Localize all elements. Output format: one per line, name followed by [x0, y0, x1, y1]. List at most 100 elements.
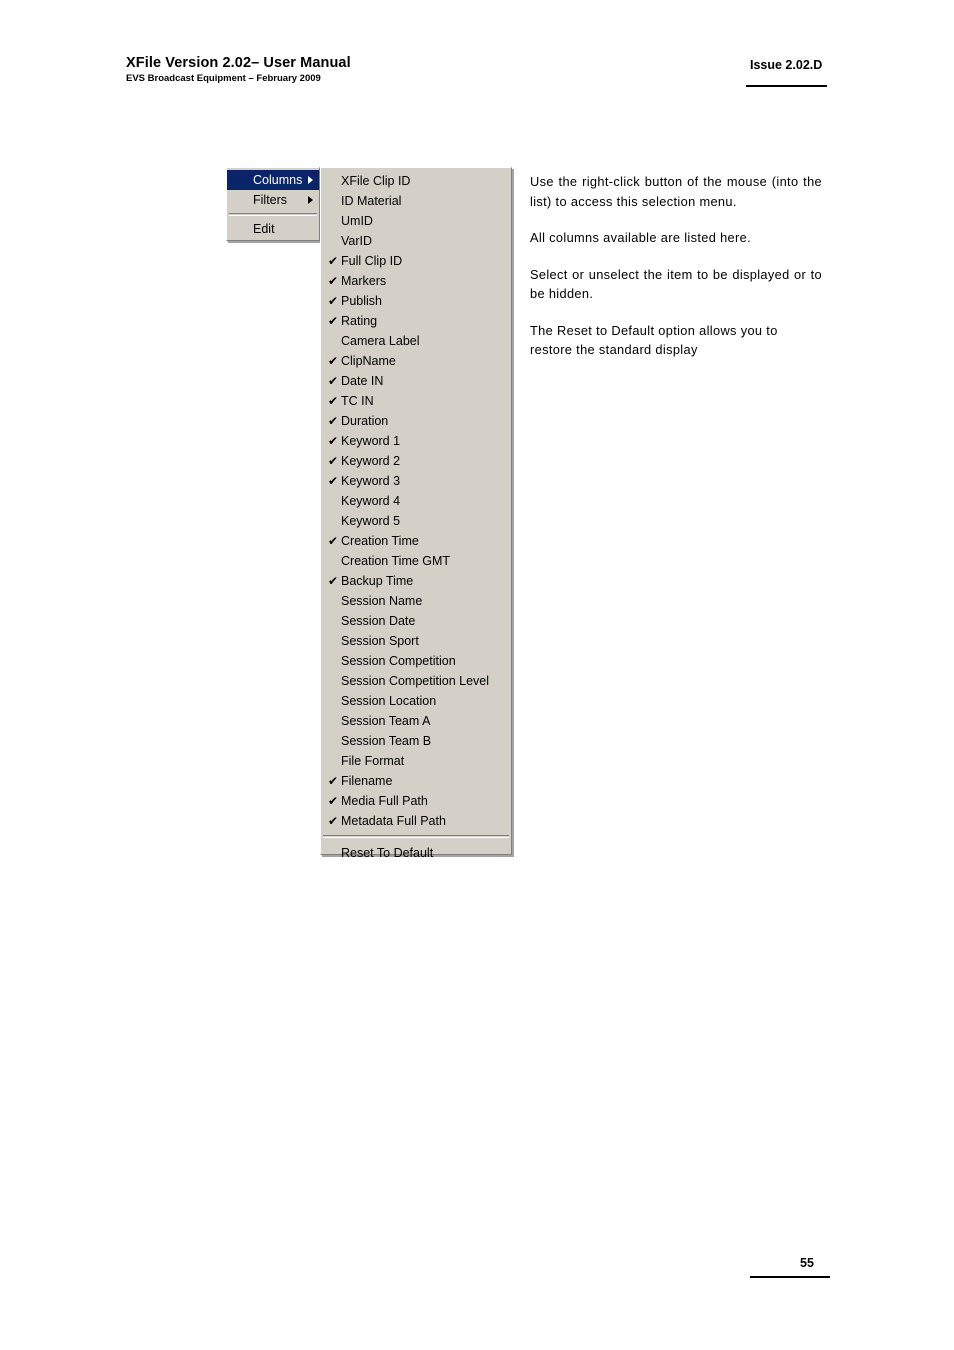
page-number: 55 — [800, 1256, 814, 1270]
column-menu-item[interactable]: ✔ Rating — [321, 311, 511, 331]
note-paragraph: Select or unselect the item to be displa… — [530, 266, 822, 302]
column-menu-item[interactable]: ✔ Publish — [321, 291, 511, 311]
footer-divider — [750, 1276, 830, 1278]
checkmark-icon: ✔ — [327, 314, 339, 328]
column-menu-item-label: Camera Label — [341, 334, 420, 348]
column-menu-item-label: Session Date — [341, 614, 416, 628]
column-menu-item[interactable]: ✔ Keyword 1 — [321, 431, 511, 451]
column-menu-item-label: Keyword 5 — [341, 514, 401, 528]
column-menu-item[interactable]: XFile Clip ID — [321, 171, 511, 191]
column-menu-item[interactable]: ✔ Duration — [321, 411, 511, 431]
note-paragraph: The Reset to Default option allows you t… — [530, 322, 778, 358]
column-menu-item-label: TC IN — [341, 394, 374, 408]
column-menu-item[interactable]: Session Date — [321, 611, 511, 631]
column-menu-item[interactable]: Camera Label — [321, 331, 511, 351]
column-menu-item-label: Keyword 3 — [341, 474, 401, 488]
column-menu-item-label: Publish — [341, 294, 382, 308]
column-menu-item-label: Creation Time — [341, 534, 419, 548]
column-menu-item-label: Keyword 2 — [341, 454, 401, 468]
column-menu-item[interactable]: ✔ Backup Time — [321, 571, 511, 591]
manual-subtitle: EVS Broadcast Equipment – February 2009 — [126, 73, 321, 84]
column-menu-item[interactable]: Session Competition Level — [321, 671, 511, 691]
column-menu-item-label: Session Location — [341, 694, 437, 708]
column-menu-item-label: File Format — [341, 754, 405, 768]
column-menu-item[interactable]: Session Sport — [321, 631, 511, 651]
checkmark-icon: ✔ — [327, 574, 339, 588]
checkmark-icon: ✔ — [327, 254, 339, 268]
menu-item-reset-to-default[interactable]: Reset To Default — [321, 842, 511, 864]
checkmark-icon: ✔ — [327, 774, 339, 788]
column-menu-item[interactable]: Session Location — [321, 691, 511, 711]
column-menu-item[interactable]: ✔ ClipName — [321, 351, 511, 371]
column-menu-item[interactable]: VarID — [321, 231, 511, 251]
column-menu-item-label: UmID — [341, 214, 373, 228]
column-menu-item[interactable]: Session Competition — [321, 651, 511, 671]
menu-separator — [229, 213, 317, 216]
column-menu-item[interactable]: Session Name — [321, 591, 511, 611]
checkmark-icon: ✔ — [327, 434, 339, 448]
column-menu-item[interactable]: Keyword 4 — [321, 491, 511, 511]
menu-item-filters[interactable]: Filters — [227, 190, 319, 210]
column-menu-item-label: Full Clip ID — [341, 254, 403, 268]
column-menu-item-label: Session Sport — [341, 634, 419, 648]
column-menu-item[interactable]: ✔ TC IN — [321, 391, 511, 411]
column-menu-item-label: Date IN — [341, 374, 384, 388]
column-menu-item[interactable]: UmID — [321, 211, 511, 231]
columns-separator — [323, 835, 509, 838]
column-menu-item[interactable]: ✔ Date IN — [321, 371, 511, 391]
column-menu-item-label: Markers — [341, 274, 387, 288]
checkmark-icon: ✔ — [327, 294, 339, 308]
checkmark-icon: ✔ — [327, 354, 339, 368]
context-menu: Columns Filters Edit — [226, 167, 320, 241]
column-menu-item[interactable]: Creation Time GMT — [321, 551, 511, 571]
column-menu-item-label: Session Competition — [341, 654, 456, 668]
manual-title: XFile Version 2.02– User Manual — [126, 55, 351, 71]
column-menu-item-label: Metadata Full Path — [341, 814, 446, 828]
column-menu-item[interactable]: ✔ Keyword 2 — [321, 451, 511, 471]
note-paragraph: All columns available are listed here. — [530, 230, 751, 245]
menu-item-edit[interactable]: Edit — [227, 219, 319, 239]
page-header: XFile Version 2.02– User Manual EVS Broa… — [0, 0, 954, 110]
menu-item-filters-label: Filters — [253, 193, 288, 207]
column-menu-item-label: ClipName — [341, 354, 396, 368]
column-menu-item-label: VarID — [341, 234, 373, 248]
header-divider — [746, 85, 827, 87]
column-menu-item[interactable]: Session Team A — [321, 711, 511, 731]
column-menu-item[interactable]: File Format — [321, 751, 511, 771]
checkmark-icon: ✔ — [327, 414, 339, 428]
checkmark-icon: ✔ — [327, 534, 339, 548]
column-menu-item-label: Backup Time — [341, 574, 414, 588]
issue-label: Issue 2.02.D — [750, 58, 823, 72]
column-menu-item[interactable]: ✔ Filename — [321, 771, 511, 791]
column-menu-item-label: XFile Clip ID — [341, 174, 411, 188]
menu-item-edit-label: Edit — [253, 222, 275, 236]
checkmark-icon: ✔ — [327, 374, 339, 388]
column-menu-item[interactable]: ✔ Creation Time — [321, 531, 511, 551]
column-menu-item[interactable]: ✔ Metadata Full Path — [321, 811, 511, 831]
note-paragraph: Use the right-click button of the mouse … — [530, 174, 822, 209]
column-menu-item[interactable]: ✔ Full Clip ID — [321, 251, 511, 271]
column-menu-item-label: Duration — [341, 414, 389, 428]
column-menu-item-label: ID Material — [341, 194, 402, 208]
menu-item-columns[interactable]: Columns — [227, 170, 319, 190]
column-menu-item-label: Session Competition Level — [341, 674, 489, 688]
explanatory-notes: Use the right-click button of the mouse … — [530, 172, 822, 360]
column-menu-item-label: Session Team A — [341, 714, 431, 728]
columns-submenu: XFile Clip ID ID Material UmID VarID ✔ Full C… — [320, 167, 512, 860]
checkmark-icon: ✔ — [327, 394, 339, 408]
column-menu-item[interactable]: Session Team B — [321, 731, 511, 751]
submenu-arrow-icon — [308, 176, 313, 184]
column-menu-item[interactable]: Keyword 5 — [321, 511, 511, 531]
column-menu-item-label: Session Name — [341, 594, 423, 608]
menu-item-columns-label: Columns — [253, 173, 303, 187]
column-menu-item-label: Creation Time GMT — [341, 554, 451, 568]
column-menu-item[interactable]: ID Material — [321, 191, 511, 211]
column-menu-item[interactable]: ✔ Media Full Path — [321, 791, 511, 811]
submenu-arrow-icon — [308, 196, 313, 204]
column-menu-item-label: Rating — [341, 314, 378, 328]
column-menu-item-label: Media Full Path — [341, 794, 428, 808]
columns-list: XFile Clip ID ID Material UmID VarID ✔ Full C… — [321, 171, 511, 831]
column-menu-item[interactable]: ✔ Markers — [321, 271, 511, 291]
column-menu-item[interactable]: ✔ Keyword 3 — [321, 471, 511, 491]
checkmark-icon: ✔ — [327, 794, 339, 808]
